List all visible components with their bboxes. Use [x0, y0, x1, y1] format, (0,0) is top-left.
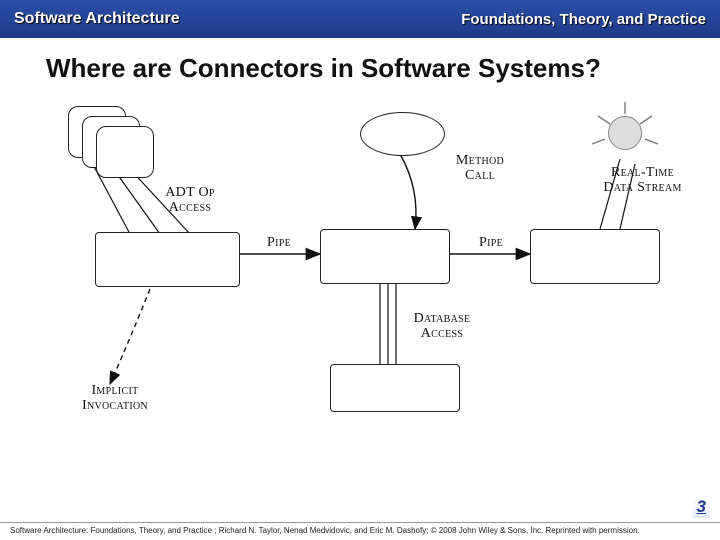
slide-header: Software Architecture Foundations, Theor…	[0, 0, 720, 38]
label-pipe1: Pipe	[254, 236, 304, 251]
component-box	[95, 232, 240, 287]
label-implicit: Implicit Invocation	[70, 384, 160, 413]
globe-icon	[608, 116, 642, 150]
label-database: Database Access	[402, 312, 482, 341]
slide-footer: Software Architecture: Foundations, Theo…	[0, 522, 720, 540]
page-number: 3	[693, 496, 710, 518]
component-box	[96, 126, 154, 178]
header-left: Software Architecture	[14, 10, 180, 28]
label-pipe2: Pipe	[466, 236, 516, 251]
component-oval	[360, 112, 445, 156]
header-right: Foundations, Theory, and Practice	[461, 11, 706, 28]
component-box	[320, 229, 450, 284]
slide-body: Where are Connectors in Software Systems…	[0, 38, 720, 522]
label-method: Method Call	[445, 154, 515, 183]
component-box	[530, 229, 660, 284]
label-realtime: Real-Time Data Stream	[600, 166, 685, 195]
label-adt: ADT Op Access	[150, 186, 230, 215]
slide-title: Where are Connectors in Software Systems…	[46, 54, 698, 84]
component-box	[330, 364, 460, 412]
connectors-diagram: ADT Op Access Pipe Pipe Method Call Real…	[40, 94, 680, 444]
